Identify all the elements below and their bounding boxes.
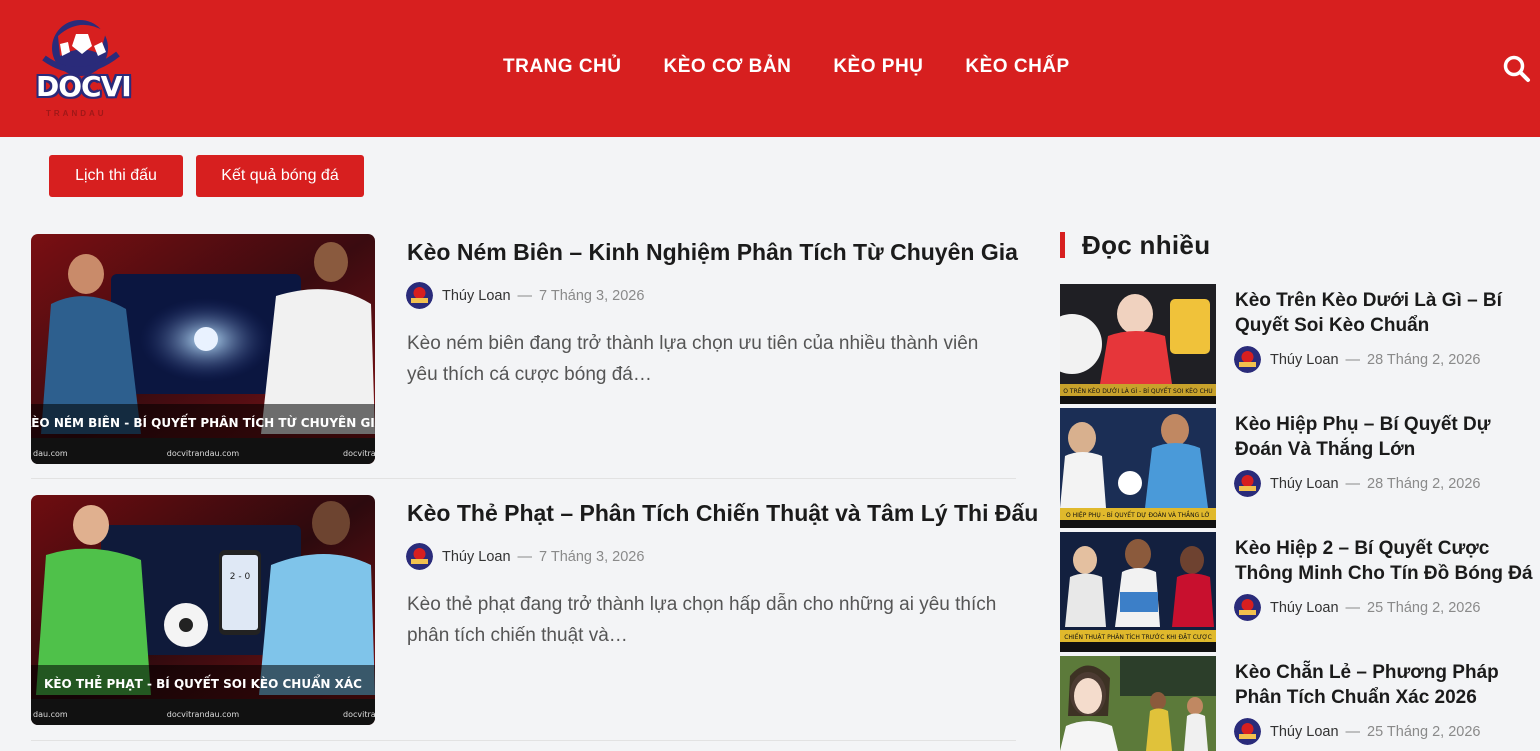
post-card: KÈO NÉM BIÊN - BÍ QUYẾT PHÂN TÍCH TỪ CHU… [31, 234, 1018, 474]
post-image-caption: KÈO NÉM BIÊN - BÍ QUYẾT PHÂN TÍCH TỪ CHU… [31, 414, 375, 430]
nav-keo-chap[interactable]: KÈO CHẤP [965, 56, 1069, 78]
post-title[interactable]: Kèo Ném Biên – Kinh Nghiệm Phân Tích Từ … [407, 239, 1018, 266]
meta-separator: — [1345, 599, 1361, 616]
author-avatar[interactable] [1234, 718, 1261, 745]
sidebar-heading: Đọc nhiều [1060, 230, 1210, 260]
logo-subtext: TRANDAU [46, 109, 107, 118]
site-logo[interactable]: DOCVI TRANDAU [30, 14, 132, 122]
image-footer-left: dau.com [33, 449, 68, 458]
popular-post: O HIỆP PHỤ - BÍ QUYẾT DỰ ĐOÁN VÀ THẮNG L… [1060, 408, 1540, 532]
site-header: DOCVI TRANDAU TRANG CHỦ KÈO CƠ BẢN KÈO P… [0, 0, 1540, 137]
logo-text: DOCVI [36, 70, 132, 103]
post-excerpt: Kèo ném biên đang trở thành lựa chọn ưu … [407, 333, 979, 385]
popular-post-image [1060, 656, 1216, 751]
heading-accent-bar [1060, 232, 1065, 258]
popular-post-title[interactable]: Kèo Hiệp Phụ – Bí Quyết Dự Đoán Và Thắng… [1235, 412, 1535, 462]
popular-post-image: CHIẾN THUẬT PHÂN TÍCH TRƯỚC KHI ĐẶT CƯỢC [1060, 532, 1216, 652]
post-excerpt: Kèo thẻ phạt đang trở thành lựa chọn hấp… [407, 594, 997, 646]
popular-post: CHIẾN THUẬT PHÂN TÍCH TRƯỚC KHI ĐẶT CƯỢC… [1060, 532, 1540, 656]
popular-post-thumbnail[interactable]: O TRÊN KÈO DƯỚI LÀ GÌ - BÍ QUYẾT SOI KÈO… [1060, 284, 1216, 404]
meta-separator: — [1345, 351, 1361, 368]
soccer-ball-logo-icon [42, 20, 120, 76]
avatar-icon [1234, 718, 1261, 745]
post-divider [31, 478, 1016, 479]
nav-keo-co-ban[interactable]: KÈO CƠ BẢN [664, 56, 792, 78]
post-author[interactable]: Thúy Loan [442, 288, 511, 304]
post-date: 25 Tháng 2, 2026 [1367, 723, 1481, 740]
popular-post-thumbnail[interactable]: CHIẾN THUẬT PHÂN TÍCH TRƯỚC KHI ĐẶT CƯỢC [1060, 532, 1216, 652]
popular-post-thumbnail[interactable] [1060, 656, 1216, 751]
avatar-icon [1234, 594, 1261, 621]
schedule-button[interactable]: Lịch thi đấu [49, 155, 183, 197]
popular-post-meta: Thúy Loan — 25 Tháng 2, 2026 [1234, 594, 1480, 621]
post-image: 2 - 0 KÈO THẺ PHẠT - BÍ QUYẾT SOI KÈO CH… [31, 495, 375, 725]
nav-trang-chu[interactable]: TRANG CHỦ [503, 56, 622, 78]
post-date: 7 Tháng 3, 2026 [539, 548, 645, 565]
avatar-icon [406, 543, 433, 570]
post-divider [31, 740, 1016, 741]
meta-separator: — [1345, 723, 1361, 740]
image-footer-center: docvitrandau.com [167, 710, 240, 719]
popular-post-meta: Thúy Loan — 25 Tháng 2, 2026 [1234, 718, 1480, 745]
results-button[interactable]: Kết quả bóng đá [196, 155, 364, 197]
meta-separator: — [517, 287, 533, 304]
image-footer-center: docvitrandau.com [167, 449, 240, 458]
post-date: 7 Tháng 3, 2026 [539, 287, 645, 304]
post-date: 28 Tháng 2, 2026 [1367, 351, 1481, 368]
image-footer-right: docvitra [343, 449, 375, 458]
author-avatar[interactable] [1234, 346, 1261, 373]
meta-separator: — [1345, 475, 1361, 492]
avatar-icon [406, 282, 433, 309]
post-title[interactable]: Kèo Thẻ Phạt – Phân Tích Chiến Thuật và … [407, 500, 1038, 527]
author-avatar[interactable] [1234, 594, 1261, 621]
image-footer-left: dau.com [33, 710, 68, 719]
post-thumbnail[interactable]: 2 - 0 KÈO THẺ PHẠT - BÍ QUYẾT SOI KÈO CH… [31, 495, 375, 725]
popular-image-caption: O TRÊN KÈO DƯỚI LÀ GÌ - BÍ QUYẾT SOI KÈO… [1063, 387, 1212, 395]
author-avatar[interactable] [1234, 470, 1261, 497]
post-meta: Thúy Loan — 7 Tháng 3, 2026 [406, 282, 644, 309]
svg-text:2 - 0: 2 - 0 [230, 572, 251, 582]
post-image-caption: KÈO THẺ PHẠT - BÍ QUYẾT SOI KÈO CHUẨN XÁ… [44, 674, 362, 691]
meta-separator: — [517, 548, 533, 565]
post-author[interactable]: Thúy Loan [1270, 600, 1339, 616]
post-card: 2 - 0 KÈO THẺ PHẠT - BÍ QUYẾT SOI KÈO CH… [31, 495, 1038, 735]
popular-post-meta: Thúy Loan — 28 Tháng 2, 2026 [1234, 346, 1480, 373]
author-avatar[interactable] [406, 282, 433, 309]
post-author[interactable]: Thúy Loan [442, 549, 511, 565]
popular-post: O TRÊN KÈO DƯỚI LÀ GÌ - BÍ QUYẾT SOI KÈO… [1060, 284, 1540, 408]
avatar-icon [1234, 470, 1261, 497]
popular-post-image: O TRÊN KÈO DƯỚI LÀ GÌ - BÍ QUYẾT SOI KÈO… [1060, 284, 1216, 404]
post-date: 25 Tháng 2, 2026 [1367, 599, 1481, 616]
nav-keo-phu[interactable]: KÈO PHỤ [833, 56, 923, 78]
post-author[interactable]: Thúy Loan [1270, 724, 1339, 740]
search-button[interactable] [1503, 55, 1531, 83]
post-meta: Thúy Loan — 7 Tháng 3, 2026 [406, 543, 644, 570]
sidebar-title: Đọc nhiều [1082, 229, 1211, 260]
popular-image-caption: CHIẾN THUẬT PHÂN TÍCH TRƯỚC KHI ĐẶT CƯỢC [1064, 633, 1212, 641]
post-image: KÈO NÉM BIÊN - BÍ QUYẾT PHÂN TÍCH TỪ CHU… [31, 234, 375, 464]
avatar-icon [1234, 346, 1261, 373]
popular-post-thumbnail[interactable]: O HIỆP PHỤ - BÍ QUYẾT DỰ ĐOÁN VÀ THẮNG L… [1060, 408, 1216, 528]
post-date: 28 Tháng 2, 2026 [1367, 475, 1481, 492]
popular-post-title[interactable]: Kèo Chẵn Lẻ – Phương Pháp Phân Tích Chuẩ… [1235, 660, 1535, 710]
popular-post-meta: Thúy Loan — 28 Tháng 2, 2026 [1234, 470, 1480, 497]
popular-image-caption: O HIỆP PHỤ - BÍ QUYẾT DỰ ĐOÁN VÀ THẮNG L… [1066, 511, 1210, 519]
popular-post: Kèo Chẵn Lẻ – Phương Pháp Phân Tích Chuẩ… [1060, 656, 1540, 751]
main-nav: TRANG CHỦ KÈO CƠ BẢN KÈO PHỤ KÈO CHẤP [503, 56, 1112, 78]
post-author[interactable]: Thúy Loan [1270, 476, 1339, 492]
search-icon [1503, 55, 1530, 82]
author-avatar[interactable] [406, 543, 433, 570]
post-thumbnail[interactable]: KÈO NÉM BIÊN - BÍ QUYẾT PHÂN TÍCH TỪ CHU… [31, 234, 375, 464]
popular-post-title[interactable]: Kèo Trên Kèo Dưới Là Gì – Bí Quyết Soi K… [1235, 288, 1535, 338]
image-footer-right: docvitra [343, 710, 375, 719]
popular-post-title[interactable]: Kèo Hiệp 2 – Bí Quyết Cược Thông Minh Ch… [1235, 536, 1535, 586]
popular-post-image: O HIỆP PHỤ - BÍ QUYẾT DỰ ĐOÁN VÀ THẮNG L… [1060, 408, 1216, 528]
post-author[interactable]: Thúy Loan [1270, 352, 1339, 368]
